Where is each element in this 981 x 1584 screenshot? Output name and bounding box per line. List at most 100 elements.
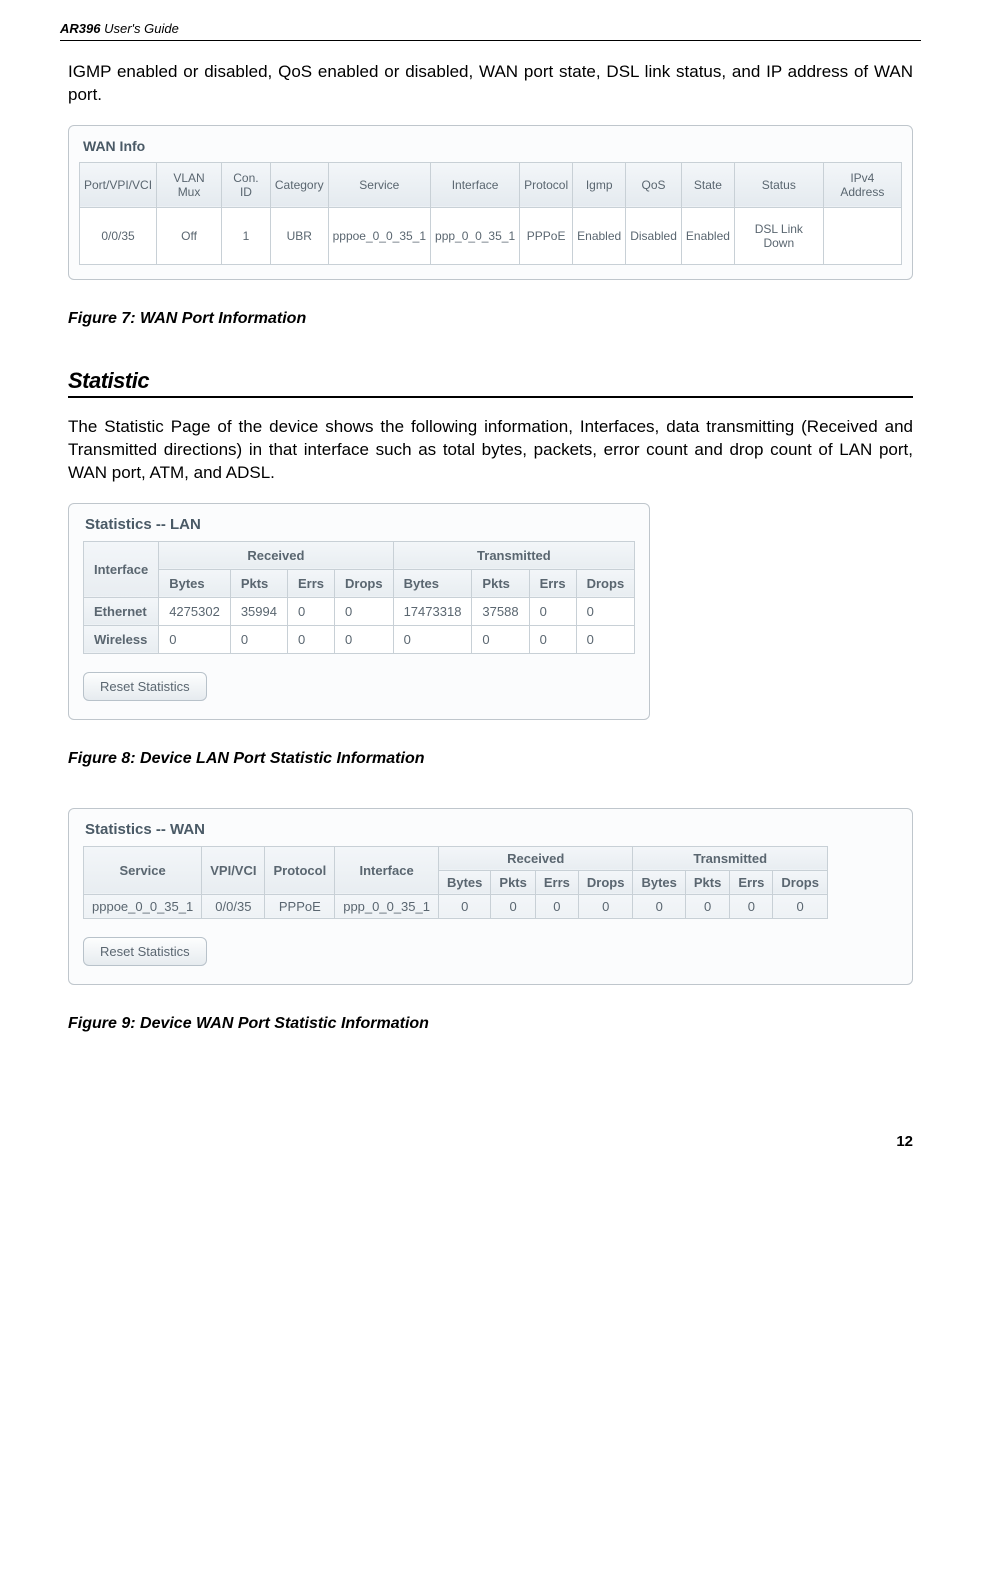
statistic-paragraph: The Statistic Page of the device shows t…: [60, 416, 921, 485]
wan-stats-sub-th: Bytes: [438, 870, 490, 894]
lan-th-interface: Interface: [84, 541, 159, 597]
wan-stats-title: Statistics -- WAN: [85, 821, 898, 838]
wan-stats-td: 0: [438, 894, 490, 918]
wan-td: UBR: [270, 207, 328, 264]
lan-td: 0: [576, 625, 635, 653]
wan-th: VLAN Mux: [157, 162, 222, 207]
lan-td: 0: [230, 625, 287, 653]
wan-td: 1: [222, 207, 271, 264]
table-row: Wireless 0 0 0 0 0 0 0 0: [84, 625, 635, 653]
lan-td: 37588: [472, 597, 529, 625]
reset-statistics-button[interactable]: Reset Statistics: [83, 672, 207, 701]
wan-stats-th: Transmitted: [633, 846, 827, 870]
wan-stats-td: 0: [633, 894, 685, 918]
wan-th: Interface: [431, 162, 520, 207]
wan-th: Port/VPI/VCI: [80, 162, 157, 207]
reset-statistics-button[interactable]: Reset Statistics: [83, 937, 207, 966]
lan-td: 0: [529, 625, 576, 653]
wan-td: DSL Link Down: [734, 207, 823, 264]
wan-th: State: [681, 162, 734, 207]
wan-stats-sub-th: Bytes: [633, 870, 685, 894]
lan-sub-th: Drops: [576, 569, 635, 597]
wan-th: IPv4 Address: [823, 162, 901, 207]
wan-td: Off: [157, 207, 222, 264]
lan-iface: Ethernet: [84, 597, 159, 625]
lan-td: 0: [393, 625, 472, 653]
figure-9-caption: Figure 9: Device WAN Port Statistic Info…: [68, 1015, 913, 1033]
wan-stats-td: PPPoE: [265, 894, 335, 918]
lan-td: 0: [529, 597, 576, 625]
wan-info-table: Port/VPI/VCI VLAN Mux Con. ID Category S…: [79, 162, 902, 265]
lan-td: 0: [472, 625, 529, 653]
wan-stats-td: 0: [491, 894, 535, 918]
wan-th: Con. ID: [222, 162, 271, 207]
lan-td: 35994: [230, 597, 287, 625]
header-model: AR396: [60, 21, 100, 36]
wan-td: pppoe_0_0_35_1: [328, 207, 430, 264]
lan-td: 17473318: [393, 597, 472, 625]
figure-8-caption: Figure 8: Device LAN Port Statistic Info…: [68, 750, 913, 768]
wan-td: PPPoE: [520, 207, 573, 264]
wan-info-title: WAN Info: [83, 138, 902, 154]
lan-sub-th: Drops: [335, 569, 394, 597]
page-header: AR396 User's Guide: [60, 20, 921, 41]
lan-sub-th: Errs: [529, 569, 576, 597]
lan-sub-th: Bytes: [393, 569, 472, 597]
section-heading-statistic: Statistic: [68, 368, 913, 398]
wan-stats-th: Service: [84, 846, 202, 894]
wan-th: Igmp: [573, 162, 626, 207]
wan-th: Protocol: [520, 162, 573, 207]
wan-td: ppp_0_0_35_1: [431, 207, 520, 264]
wan-stats-td: 0: [730, 894, 773, 918]
wan-stats-td: 0: [535, 894, 578, 918]
table-row: pppoe_0_0_35_1 0/0/35 PPPoE ppp_0_0_35_1…: [84, 894, 828, 918]
wan-stats-td: 0: [773, 894, 828, 918]
wan-th: QoS: [626, 162, 682, 207]
wan-td: Enabled: [573, 207, 626, 264]
wan-td: 0/0/35: [80, 207, 157, 264]
lan-iface: Wireless: [84, 625, 159, 653]
table-row: Ethernet 4275302 35994 0 0 17473318 3758…: [84, 597, 635, 625]
figure-7-caption: Figure 7: WAN Port Information: [68, 310, 913, 328]
header-suffix: User's Guide: [100, 21, 178, 36]
wan-stats-td: pppoe_0_0_35_1: [84, 894, 202, 918]
wan-th: Status: [734, 162, 823, 207]
lan-stats-title: Statistics -- LAN: [85, 516, 635, 533]
lan-td: 0: [335, 625, 394, 653]
table-row: 0/0/35 Off 1 UBR pppoe_0_0_35_1 ppp_0_0_…: [80, 207, 902, 264]
wan-stats-td: 0: [685, 894, 729, 918]
lan-sub-th: Errs: [287, 569, 334, 597]
wan-stats-th: Interface: [335, 846, 439, 894]
lan-sub-th: Bytes: [159, 569, 231, 597]
wan-stats-panel: Statistics -- WAN Service VPI/VCI Protoc…: [68, 808, 913, 985]
lan-td: 0: [335, 597, 394, 625]
wan-stats-sub-th: Pkts: [491, 870, 535, 894]
wan-th: Service: [328, 162, 430, 207]
wan-stats-td: 0: [578, 894, 633, 918]
lan-stats-table: Interface Received Transmitted Bytes Pkt…: [83, 541, 635, 654]
wan-stats-td: 0/0/35: [202, 894, 265, 918]
wan-stats-sub-th: Pkts: [685, 870, 729, 894]
lan-th-transmitted: Transmitted: [393, 541, 635, 569]
wan-stats-sub-th: Errs: [730, 870, 773, 894]
lan-td: 0: [159, 625, 231, 653]
wan-stats-th: VPI/VCI: [202, 846, 265, 894]
intro-paragraph: IGMP enabled or disabled, QoS enabled or…: [60, 61, 921, 107]
wan-stats-table: Service VPI/VCI Protocol Interface Recei…: [83, 846, 828, 919]
wan-stats-th: Received: [438, 846, 632, 870]
wan-td: Disabled: [626, 207, 682, 264]
wan-stats-th: Protocol: [265, 846, 335, 894]
page-number: 12: [60, 1133, 921, 1150]
lan-sub-th: Pkts: [230, 569, 287, 597]
lan-td: 4275302: [159, 597, 231, 625]
wan-stats-td: ppp_0_0_35_1: [335, 894, 439, 918]
wan-td: Enabled: [681, 207, 734, 264]
lan-td: 0: [576, 597, 635, 625]
lan-td: 0: [287, 625, 334, 653]
wan-stats-sub-th: Drops: [773, 870, 828, 894]
wan-stats-sub-th: Drops: [578, 870, 633, 894]
wan-stats-sub-th: Errs: [535, 870, 578, 894]
lan-th-received: Received: [159, 541, 393, 569]
lan-sub-th: Pkts: [472, 569, 529, 597]
wan-info-panel: WAN Info Port/VPI/VCI VLAN Mux Con. ID C…: [68, 125, 913, 280]
